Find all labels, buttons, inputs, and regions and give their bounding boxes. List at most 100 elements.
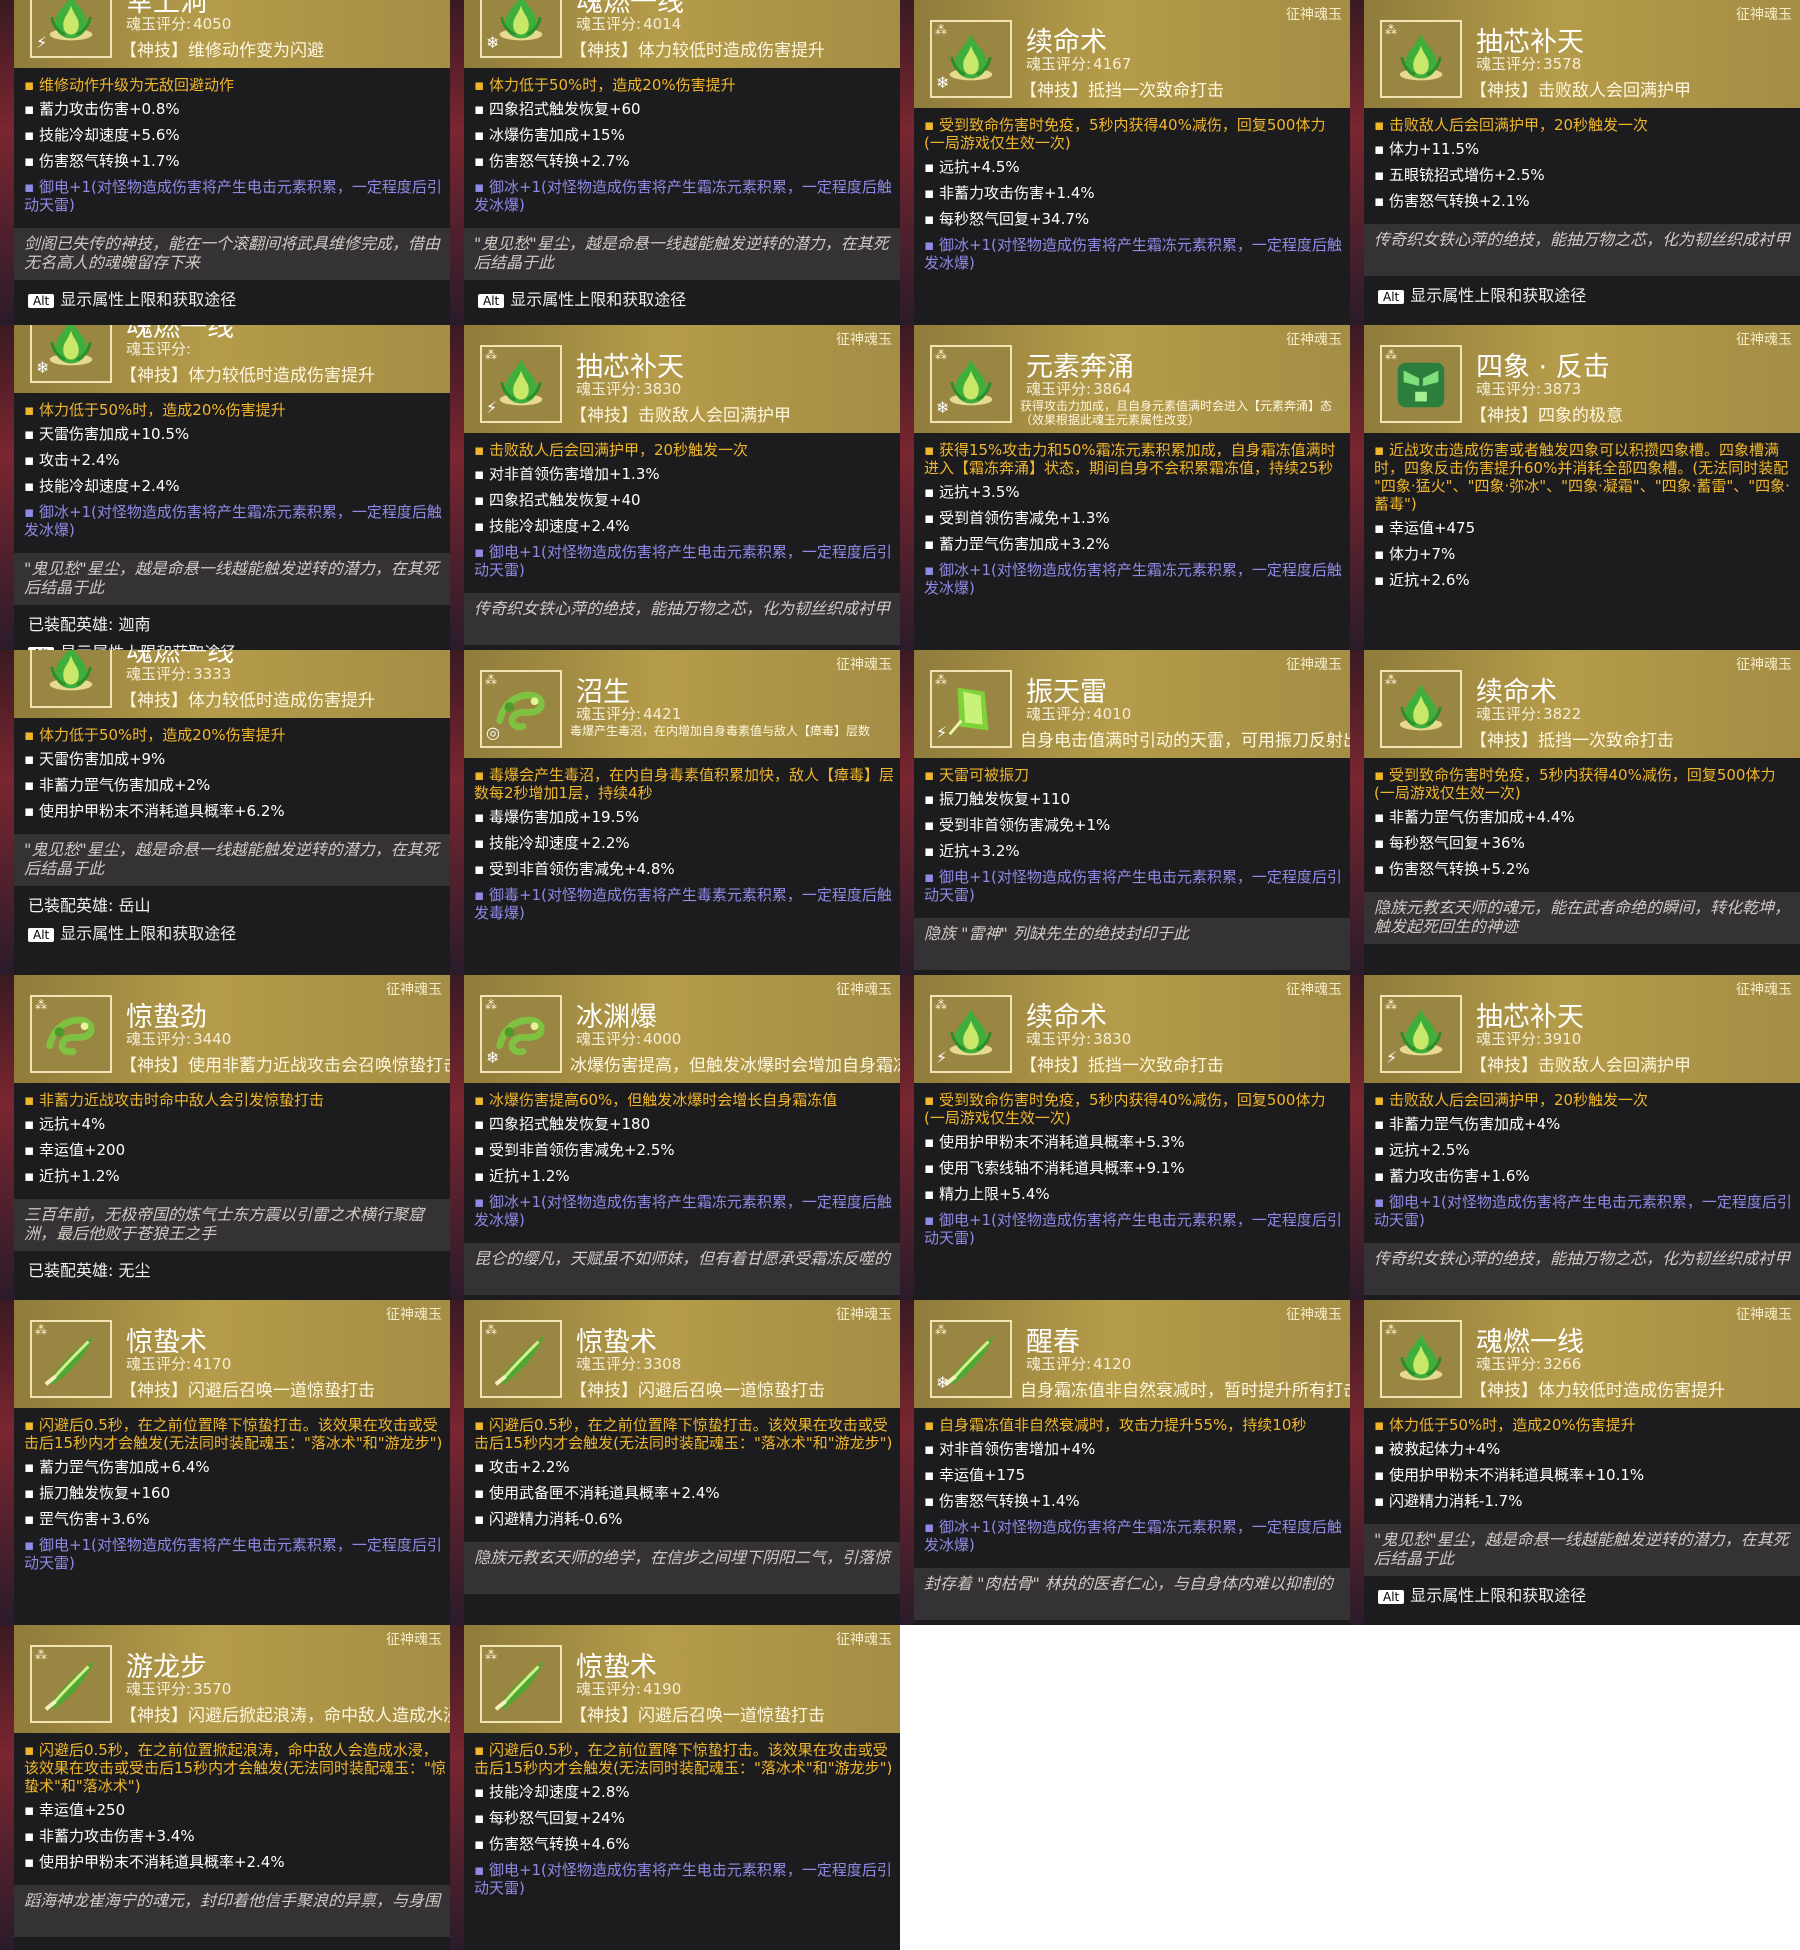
stat-line: 振刀触发恢复+160 — [24, 1484, 446, 1502]
soul-jade-card[interactable]: 征神魂玉⁂❄魂燃一线魂玉评分:【神技】体力较低时造成伤害提升体力低于50%时，造… — [0, 325, 450, 650]
stat-line: 技能冷却速度+2.4% — [24, 477, 446, 495]
special-effect: 体力低于50%时，造成20%伤害提升 — [474, 76, 896, 94]
card-header: 征神魂玉 ⁂ 惊蛰劲 魂玉评分: 3440 【神技】使用非蓄力近战攻击会召唤惊蛰打击 — [14, 975, 450, 1083]
element-icon: ❄ — [486, 1048, 500, 1067]
soul-jade-card[interactable]: 征神魂玉⁂⚡抽芯补天魂玉评分:3910【神技】击败敌人会回满护甲击败敌人后会回满… — [1350, 975, 1800, 1300]
soul-jade-card[interactable]: 征神魂玉⁂⚡抽芯补天魂玉评分:3830【神技】击败敌人会回满护甲击败敌人后会回满… — [450, 325, 900, 650]
jade-score: 魂玉评分: 3830 — [1026, 1028, 1131, 1049]
element-icon: ⚡ — [936, 1048, 948, 1067]
soul-jade-card[interactable]: 征神魂玉⁂❄续命术魂玉评分:4167【神技】抵挡一次致命打击受到致命伤害时免疫，… — [900, 0, 1350, 325]
soul-jade-card[interactable]: 征神魂玉⁂游龙步魂玉评分:3570【神技】闪避后掀起浪涛，命中敌人造成水浸闪避后… — [0, 1625, 450, 1950]
jade-skill: 【神技】使用非蓄力近战攻击会召唤惊蛰打击 — [120, 1056, 450, 1076]
jade-attributes: 击败敌人后会回满护甲，20秒触发一次对非首领伤害增加+1.3% 四象招式触发恢复+… — [474, 441, 896, 587]
alt-hint-text: 显示属性上限和获取途径 — [1410, 286, 1587, 305]
stat-line: 远抗+4.5% — [924, 158, 1346, 176]
card-header: 征神魂玉⁂❄醒春魂玉评分:4120自身霜冻值非自然衰减时，暂时提升所有打击伤害 — [914, 1300, 1350, 1408]
lore-text: "鬼见愁"星尘，越是命悬一线越能触发逆转的潜力，在其死后结晶于此 — [1364, 1524, 1800, 1576]
score-label: 魂玉评分: — [1026, 55, 1092, 73]
jade-attributes: 自身霜冻值非自然衰减时，攻击力提升55%，持续10秒对非首领伤害增加+4% 幸运值… — [924, 1416, 1346, 1562]
special-effect: 体力低于50%时，造成20%伤害提升 — [24, 726, 446, 744]
soul-jade-card[interactable]: 征神魂玉⁂惊蛰术魂玉评分:3308【神技】闪避后召唤一道惊蛰打击闪避后0.5秒，… — [450, 1300, 900, 1625]
special-effect: 冰爆伤害提高60%，但触发冰爆时会增长自身霜冻值 — [474, 1091, 896, 1109]
score-label: 魂玉评分: — [126, 1680, 192, 1698]
stat-line: 蓄力攻击伤害+0.8% — [24, 100, 446, 118]
quality-mark-icon: ⁂ — [485, 673, 497, 687]
soul-jade-card[interactable]: 征神魂玉⁂续命术魂玉评分:3822【神技】抵挡一次致命打击受到致命伤害时免疫，5… — [1350, 650, 1800, 975]
blade-icon — [494, 1660, 545, 1711]
element-enchant: 御电+1(对怪物造成伤害将产生电击元素积累，一定程度后引动天雷) — [24, 1536, 446, 1572]
rank-label: 征神魂玉 — [836, 982, 892, 998]
dragon-icon — [46, 1016, 95, 1056]
stat-line: 远抗+2.5% — [1374, 1141, 1796, 1159]
jade-attributes: 非蓄力近战攻击时命中敌人会引发惊蛰打击远抗+4% 幸运值+200 近抗+1.2% — [24, 1091, 446, 1193]
soul-jade-card[interactable]: 征神魂玉⁂惊蛰术魂玉评分:4170【神技】闪避后召唤一道惊蛰打击闪避后0.5秒，… — [0, 1300, 450, 1625]
score-label: 魂玉评分: — [126, 15, 192, 33]
element-enchant: 御电+1(对怪物造成伤害将产生电击元素积累，一定程度后引动天雷) — [474, 1861, 896, 1897]
crystal-icon — [948, 687, 989, 736]
soul-jade-icon: ⁂❄ — [930, 20, 1012, 98]
stat-line: 技能冷却速度+5.6% — [24, 126, 446, 144]
show-attribute-hint[interactable]: Alt显示属性上限和获取途径 — [28, 920, 236, 944]
jade-attributes: 受到致命伤害时免疫，5秒内获得40%减伤，回复500体力(一局游戏仅生效一次) 非… — [1374, 766, 1796, 886]
stat-line: 四象招式触发恢复+40 — [474, 491, 896, 509]
show-attribute-hint[interactable]: Alt显示属性上限和获取途径 — [478, 286, 686, 310]
soul-jade-card[interactable]: 征神魂玉⁂魂燃一线魂玉评分:3266【神技】体力较低时造成伤害提升体力低于50%… — [1350, 1300, 1800, 1625]
stat-line: 受到非首领伤害减免+4.8% — [474, 860, 896, 878]
jade-skill: 毒爆产生毒沼，在内增加自身毒素值与敌人【瘴毒】层数 — [570, 724, 871, 738]
stat-line: 闪避精力消耗-0.6% — [474, 1510, 896, 1528]
soul-jade-icon: ⁂ — [30, 995, 112, 1073]
show-attribute-hint[interactable]: Alt显示属性上限和获取途径 — [1378, 282, 1586, 306]
jade-attributes: 闪避后0.5秒，在之前位置降下惊蛰打击。该效果在攻击或受击后15秒内才会触发(无… — [474, 1416, 896, 1536]
mask-icon — [1397, 362, 1445, 408]
score-label: 魂玉评分: — [1476, 55, 1542, 73]
jade-score: 魂玉评分: 3266 — [1476, 1353, 1581, 1374]
soul-jade-card[interactable]: 征神魂玉⁂惊蛰劲魂玉评分:3440【神技】使用非蓄力近战攻击会召唤惊蛰打击非蓄力… — [0, 975, 450, 1300]
soul-jade-card[interactable]: 征神魂玉⁂❄冰渊爆魂玉评分:4000冰爆伤害提高，但触发冰爆时会增加自身霜冻值冰… — [450, 975, 900, 1300]
soul-jade-icon: ⁂❄ — [480, 995, 562, 1073]
lore-text: 隐族 "雷神" 列缺先生的绝技封印于此 — [914, 918, 1350, 970]
element-enchant: 御电+1(对怪物造成伤害将产生电击元素积累，一定程度后引动天雷) — [24, 178, 446, 214]
score-value: 3830 — [643, 380, 682, 398]
stat-line: 使用飞索线轴不消耗道具概率+9.1% — [924, 1159, 1346, 1177]
score-label: 魂玉评分: — [126, 1030, 192, 1048]
flame-icon — [49, 650, 93, 691]
soul-jade-icon: ⁂ — [30, 1645, 112, 1723]
soul-jade-card[interactable]: 征神魂玉⁂⚡续命术魂玉评分:3830【神技】抵挡一次致命打击受到致命伤害时免疫，… — [900, 975, 1350, 1300]
jade-score: 魂玉评分: 4167 — [1026, 53, 1131, 74]
stat-line: 每秒怒气回复+34.7% — [924, 210, 1346, 228]
stat-line: 幸运值+200 — [24, 1141, 446, 1159]
soul-jade-card[interactable]: 征神魂玉⁂四象 · 反击魂玉评分:3873【神技】四象的极意近战攻击造成伤害或者… — [1350, 325, 1800, 650]
jade-score: 魂玉评分: 3873 — [1476, 378, 1581, 399]
stat-line: 近抗+1.2% — [474, 1167, 896, 1185]
show-attribute-hint[interactable]: Alt显示属性上限和获取途径 — [1378, 1582, 1586, 1606]
lore-text: 昆仑的缨凡，天赋虽不如师妹，但有着甘愿承受霜冻反噬的 — [464, 1243, 900, 1295]
flame-icon — [949, 1008, 993, 1056]
special-effect: 闪避后0.5秒，在之前位置降下惊蛰打击。该效果在攻击或受击后15秒内才会触发(无… — [24, 1416, 446, 1452]
score-label: 魂玉评分: — [576, 1030, 642, 1048]
soul-jade-card[interactable]: 征神魂玉⁂惊蛰术魂玉评分:4190【神技】闪避后召唤一道惊蛰打击闪避后0.5秒，… — [450, 1625, 900, 1950]
element-icon: ⚡ — [36, 33, 48, 52]
soul-jade-card[interactable]: 征神魂玉⁂⚡幸上洞魂玉评分:4050【神技】维修动作变为闪避维修动作升级为无敌回… — [0, 0, 450, 325]
soul-jade-card[interactable]: 征神魂玉 ⁂ ❄ 元素奔涌 魂玉评分: 3864 获得攻击力加成，且自身元素值满时会进入【元… — [900, 325, 1350, 650]
jade-skill: 【神技】体力较低时造成伤害提升 — [1470, 1381, 1725, 1401]
stat-line: 远抗+4% — [24, 1115, 446, 1133]
flame-icon — [499, 358, 543, 406]
show-attribute-hint[interactable]: Alt显示属性上限和获取途径 — [28, 639, 236, 650]
rank-label: 征神魂玉 — [386, 1307, 442, 1323]
jade-skill: 【神技】闪避后掀起浪涛，命中敌人造成水浸 — [120, 1706, 450, 1726]
stat-line: 非蓄力攻击伤害+1.4% — [924, 184, 1346, 202]
soul-jade-card[interactable]: 征神魂玉⁂抽芯补天魂玉评分:3578【神技】击败敌人会回满护甲击败敌人后会回满护… — [1350, 0, 1800, 325]
soul-jade-icon: ⁂ — [30, 650, 112, 708]
rank-label: 征神魂玉 — [1286, 982, 1342, 998]
soul-jade-card[interactable]: 征神魂玉⁂❄魂燃一线魂玉评分:4014【神技】体力较低时造成伤害提升体力低于50… — [450, 0, 900, 325]
score-label: 魂玉评分: — [576, 1680, 642, 1698]
stat-line: 非蓄力罡气伤害加成+2% — [24, 776, 446, 794]
soul-jade-card[interactable]: 征神魂玉 ⁂ ◎ 沼生 魂玉评分: 4421 毒爆产生毒沼，在内增加自身毒素值与敌人【瘴毒】… — [450, 650, 900, 975]
soul-jade-card[interactable]: 征神魂玉⁂⚡振天雷魂玉评分:4010自身电击值满时引动的天雷，可用振刀反射出去天… — [900, 650, 1350, 975]
soul-jade-card[interactable]: 征神魂玉⁂魂燃一线魂玉评分:3333【神技】体力较低时造成伤害提升体力低于50%… — [0, 650, 450, 975]
jade-score: 魂玉评分: 4421 — [576, 703, 681, 724]
soul-jade-card[interactable]: 征神魂玉⁂❄醒春魂玉评分:4120自身霜冻值非自然衰减时，暂时提升所有打击伤害自… — [900, 1300, 1350, 1625]
show-attribute-hint[interactable]: Alt显示属性上限和获取途径 — [28, 286, 236, 310]
stat-line: 罡气伤害+3.6% — [24, 1510, 446, 1528]
stat-line: 使用武备匣不消耗道具概率+2.4% — [474, 1484, 896, 1502]
